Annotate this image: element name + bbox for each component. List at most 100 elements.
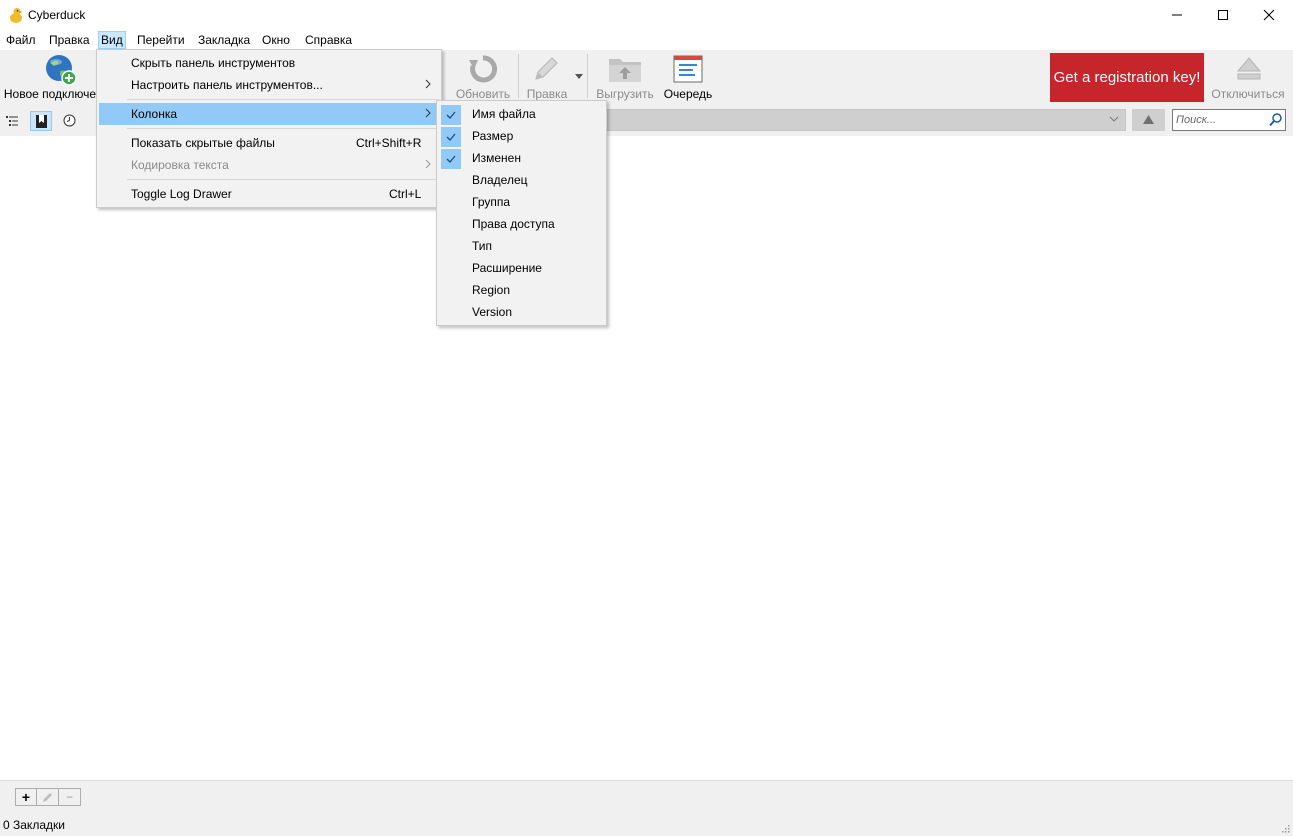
menu-file[interactable]: Файл — [3, 31, 39, 49]
menu-go[interactable]: Перейти — [134, 31, 188, 49]
chevron-down-icon — [1109, 116, 1119, 122]
column-option-label: Группа — [472, 195, 511, 209]
add-bookmark-button[interactable]: + — [15, 788, 37, 806]
column-option-extension[interactable]: Расширение — [439, 257, 604, 279]
column-option-owner[interactable]: Владелец — [439, 169, 604, 191]
column-option-label: Region — [472, 283, 511, 297]
delete-bookmark-label: − — [65, 790, 73, 804]
globe-add-icon — [46, 55, 77, 86]
column-option-label: Права доступа — [472, 217, 555, 231]
queue-label: Очередь — [663, 87, 713, 101]
column-option-label: Размер — [472, 129, 514, 143]
column-option-permissions[interactable]: Права доступа — [439, 213, 604, 235]
search-field[interactable] — [1172, 109, 1286, 131]
checkmark-icon — [446, 155, 456, 163]
edit-label: Правка — [526, 87, 568, 101]
menu-window[interactable]: Окно — [259, 31, 293, 49]
status-text: 0 Закладки — [3, 818, 65, 832]
upload-button[interactable]: Выгрузить — [594, 50, 656, 106]
column-option-region[interactable]: Region — [439, 279, 604, 301]
registration-key-button[interactable]: Get a registration key! — [1050, 53, 1204, 102]
check-cell — [441, 127, 461, 147]
delete-bookmark-button[interactable]: − — [59, 788, 81, 806]
show-hidden-label: Показать скрытые файлы — [131, 136, 275, 150]
disconnect-button[interactable]: Отключиться — [1208, 50, 1288, 106]
toggle-log-shortcut: Ctrl+L — [389, 187, 422, 201]
customize-toolbar-label: Настроить панель инструментов... — [131, 78, 323, 92]
column-option-modified[interactable]: Изменен — [439, 147, 604, 169]
show-hidden-shortcut: Ctrl+Shift+R — [356, 136, 422, 150]
menu-edit[interactable]: Правка — [46, 31, 93, 49]
maximize-button[interactable] — [1200, 0, 1246, 30]
clock-icon — [63, 114, 76, 127]
column-option-size[interactable]: Размер — [439, 125, 604, 147]
menu-separator — [127, 179, 439, 180]
folder-upload-icon — [609, 59, 641, 82]
column-option-type[interactable]: Тип — [439, 235, 604, 257]
minimize-icon — [1172, 14, 1182, 16]
resize-grip-icon[interactable] — [1280, 823, 1290, 833]
menu-item-hide-toolbar[interactable]: Скрыть панель инструментов — [99, 52, 439, 74]
menu-item-customize-toolbar[interactable]: Настроить панель инструментов... — [99, 74, 439, 96]
menu-help[interactable]: Справка — [302, 31, 355, 49]
menu-bar: Файл Правка Вид Перейти Закладка Окно Сп… — [0, 30, 1293, 50]
bookmarks-view-button[interactable] — [30, 111, 52, 131]
pencil-icon — [535, 57, 558, 80]
refresh-button[interactable]: Обновить — [451, 50, 515, 106]
path-selector[interactable] — [600, 109, 1126, 131]
column-option-group[interactable]: Группа — [439, 191, 604, 213]
chevron-right-icon — [425, 159, 431, 169]
column-label: Колонка — [131, 107, 178, 121]
menu-view[interactable]: Вид — [98, 31, 126, 49]
edit-button[interactable]: Правка — [522, 50, 586, 106]
chevron-down-icon — [575, 74, 583, 79]
chevron-right-icon — [425, 108, 431, 118]
column-submenu: Имя файла Размер Изменен Владелец Группа… — [436, 100, 607, 326]
title-bar: Cyberduck — [0, 0, 1293, 30]
minimize-button[interactable] — [1154, 0, 1200, 30]
menu-bookmark[interactable]: Закладка — [195, 31, 253, 49]
checkmark-icon — [446, 133, 456, 141]
arrow-up-icon — [1143, 115, 1154, 124]
search-input[interactable] — [1176, 113, 1266, 127]
add-bookmark-label: + — [21, 789, 31, 805]
search-icon — [1269, 113, 1282, 127]
new-connection-button[interactable]: Новое подключе — [0, 50, 100, 106]
column-option-label: Владелец — [472, 173, 528, 187]
menu-separator — [127, 128, 439, 129]
column-option-label: Имя файла — [472, 107, 536, 121]
view-menu: Скрыть панель инструментов Настроить пан… — [96, 49, 442, 208]
refresh-label: Обновить — [455, 87, 511, 101]
menu-item-toggle-log-drawer[interactable]: Toggle Log Drawer Ctrl+L — [99, 183, 439, 205]
tree-view-icon — [6, 116, 18, 126]
edit-bookmark-button[interactable] — [37, 788, 59, 806]
close-button[interactable] — [1246, 0, 1292, 30]
window-title: Cyberduck — [28, 8, 86, 22]
menu-separator — [127, 99, 439, 100]
refresh-icon — [469, 55, 498, 83]
new-connection-label: Новое подключе — [3, 87, 97, 101]
check-cell — [441, 105, 461, 125]
maximize-icon — [1218, 10, 1228, 20]
toolbar-separator — [587, 54, 588, 98]
column-option-label: Version — [472, 305, 513, 319]
queue-icon — [673, 55, 703, 83]
hide-toolbar-label: Скрыть панель инструментов — [131, 56, 296, 70]
column-option-label: Тип — [472, 239, 493, 253]
checkmark-icon — [446, 111, 456, 119]
close-icon — [1263, 9, 1275, 21]
bookmark-actions-bar: + − — [0, 780, 1293, 814]
column-option-version[interactable]: Version — [439, 301, 604, 323]
bookmark-icon — [36, 115, 47, 128]
column-option-filename[interactable]: Имя файла — [439, 103, 604, 125]
menu-item-column[interactable]: Колонка — [99, 103, 439, 125]
history-view-button[interactable] — [59, 111, 81, 131]
browser-view-button[interactable] — [2, 111, 24, 131]
toggle-log-label: Toggle Log Drawer — [131, 187, 232, 201]
cyberduck-app-icon — [10, 8, 23, 23]
parent-directory-button[interactable] — [1132, 109, 1165, 131]
pencil-icon — [43, 793, 52, 802]
queue-button[interactable]: Очередь — [660, 50, 716, 106]
menu-item-show-hidden-files[interactable]: Показать скрытые файлы Ctrl+Shift+R — [99, 132, 439, 154]
status-bar: 0 Закладки — [0, 814, 1293, 836]
